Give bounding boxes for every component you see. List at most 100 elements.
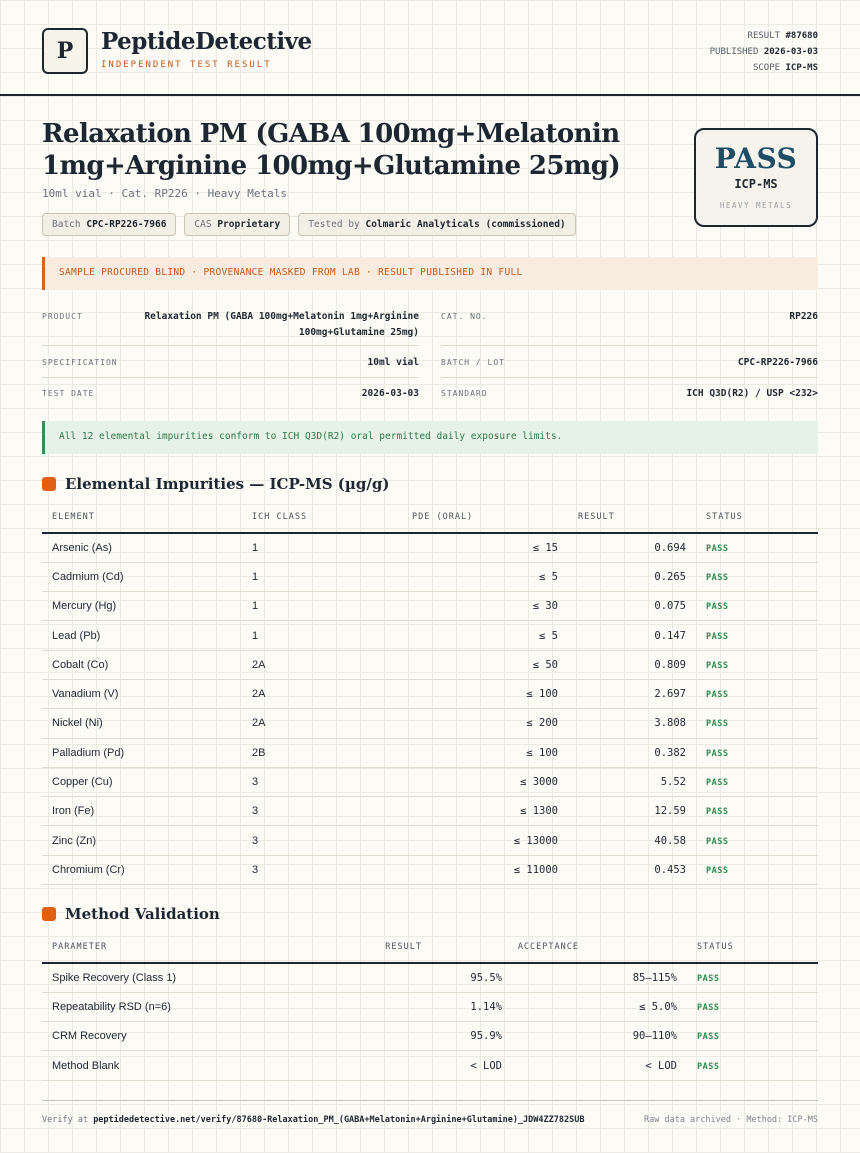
parameter-name: Spike Recovery (Class 1) xyxy=(42,963,312,993)
status-cell: PASS xyxy=(696,708,818,739)
scope-label: SCOPE xyxy=(752,63,781,73)
verdict-badge: PASS ICP-MS HEAVY METALS xyxy=(694,128,818,227)
archive-note: Raw data archived · Method: ICP-MS xyxy=(644,1115,818,1125)
status-cell: PASS xyxy=(696,591,818,622)
spec-label: SPECIFICATION xyxy=(42,358,118,367)
status-badge: PASS xyxy=(706,690,729,701)
ich-class: 3 xyxy=(242,855,402,886)
ich-class: 1 xyxy=(242,620,402,651)
report-meta: RESULT #87680 PUBLISHED 2026-03-03 SCOPE… xyxy=(710,28,818,76)
status-cell: PASS xyxy=(696,620,818,651)
column-header: STATUS xyxy=(696,502,818,534)
column-header: RESULT xyxy=(312,932,502,964)
status-cell: PASS xyxy=(687,963,818,993)
pde-limit: ≤ 13000 xyxy=(402,825,568,856)
pde-limit: ≤ 200 xyxy=(402,708,568,739)
cat-label: CAT. NO. xyxy=(441,312,488,321)
divider xyxy=(441,377,818,378)
published-date: 2026-03-03 xyxy=(763,47,818,57)
ich-class: 2A xyxy=(242,650,402,680)
brand-tagline: INDEPENDENT TEST RESULT xyxy=(101,60,272,70)
element-name: Mercury (Hg) xyxy=(42,591,242,622)
result-value: 0.382 xyxy=(568,738,696,768)
element-name: Cobalt (Co) xyxy=(42,650,242,680)
table-row: Spike Recovery (Class 1) 95.5% 85–115% PASS xyxy=(42,963,818,993)
table-header-row: PARAMETER RESULT ACCEPTANCE STATUS xyxy=(42,932,818,964)
status-badge: PASS xyxy=(706,631,729,642)
brand-logo: P xyxy=(42,28,88,74)
status-cell: PASS xyxy=(687,1021,818,1052)
impurities-heading: Elemental Impurities — ICP-MS (µg/g) xyxy=(42,475,389,493)
verdict-method: ICP-MS xyxy=(734,177,778,191)
element-name: Cadmium (Cd) xyxy=(42,562,242,593)
element-name: Chromium (Cr) xyxy=(42,855,242,886)
ich-class: 2B xyxy=(242,738,402,768)
result-value: 0.147 xyxy=(568,620,696,651)
element-name: Palladium (Pd) xyxy=(42,738,242,768)
pde-limit: ≤ 50 xyxy=(402,650,568,680)
pde-limit: ≤ 30 xyxy=(402,591,568,622)
column-header: PARAMETER xyxy=(42,932,312,964)
acceptance-range: 90–110% xyxy=(502,1021,687,1052)
table-row: Lead (Pb) 1 ≤ 5 0.147 PASS xyxy=(42,620,818,651)
table-row: CRM Recovery 95.9% 90–110% PASS xyxy=(42,1021,818,1052)
published-label: PUBLISHED xyxy=(709,47,759,57)
footer-divider xyxy=(42,1100,818,1101)
pde-limit: ≤ 5 xyxy=(402,620,568,651)
result-value: 0.809 xyxy=(568,650,696,680)
result-value: 0.265 xyxy=(568,562,696,593)
element-name: Nickel (Ni) xyxy=(42,708,242,739)
status-cell: PASS xyxy=(696,738,818,768)
ich-class: 3 xyxy=(242,767,402,798)
status-cell: PASS xyxy=(696,533,818,563)
ich-class: 3 xyxy=(242,796,402,827)
ich-class: 3 xyxy=(242,825,402,856)
ich-class: 1 xyxy=(242,562,402,593)
result-value: 12.59 xyxy=(568,796,696,827)
impurities-table: ELEMENT ICH CLASS PDE (ORAL) RESULT STAT… xyxy=(42,502,818,886)
validation-body: Spike Recovery (Class 1) 95.5% 85–115% PASS… xyxy=(42,963,818,1081)
ich-class: 1 xyxy=(242,533,402,563)
verdict-scope: HEAVY METALS xyxy=(719,201,793,210)
result-value: 3.808 xyxy=(568,708,696,739)
pde-limit: ≤ 3000 xyxy=(402,767,568,798)
tested-by-chip: Tested by Colmaric Analyticals (commissi… xyxy=(298,213,576,236)
status-cell: PASS xyxy=(696,650,818,680)
standard-label: STANDARD xyxy=(441,389,488,398)
parameter-name: CRM Recovery xyxy=(42,1021,312,1052)
result-value: 5.52 xyxy=(568,767,696,798)
table-row: Repeatability RSD (n=6) 1.14% ≤ 5.0% PASS xyxy=(42,992,818,1023)
conformance-notice: All 12 elemental impurities conform to I… xyxy=(42,421,818,454)
result-label: RESULT xyxy=(747,31,781,41)
column-header: STATUS xyxy=(687,932,818,964)
result-value: 2.697 xyxy=(568,679,696,710)
chip-row: Batch CPC-RP226-7966 CAS Proprietary Tes… xyxy=(42,213,576,236)
test-date-label: TEST DATE xyxy=(42,389,95,398)
status-cell: PASS xyxy=(696,767,818,798)
pde-limit: ≤ 5 xyxy=(402,562,568,593)
verify-link[interactable]: peptidedetective.net/verify/87680-Relaxa… xyxy=(93,1115,584,1125)
product-subtitle: 10ml vial · Cat. RP226 · Heavy Metals xyxy=(42,187,288,200)
ich-class: 2A xyxy=(242,708,402,739)
impurities-body: Arsenic (As) 1 ≤ 15 0.694 PASS Cadmium (Cd) 1 ≤… xyxy=(42,533,818,886)
table-row: Iron (Fe) 3 ≤ 1300 12.59 PASS xyxy=(42,796,818,827)
table-row: Copper (Cu) 3 ≤ 3000 5.52 PASS xyxy=(42,767,818,798)
batch-value: CPC-RP226-7966 xyxy=(737,357,818,368)
spec-value: 10ml vial xyxy=(367,357,419,368)
ich-class: 2A xyxy=(242,679,402,710)
status-badge: PASS xyxy=(706,778,729,789)
result-value: < LOD xyxy=(312,1050,502,1081)
status-badge: PASS xyxy=(706,602,729,613)
element-name: Arsenic (As) xyxy=(42,533,242,563)
element-name: Iron (Fe) xyxy=(42,796,242,827)
column-header: PDE (ORAL) xyxy=(402,502,568,534)
column-header: ICH CLASS xyxy=(242,502,402,534)
status-cell: PASS xyxy=(696,562,818,593)
table-row: Vanadium (V) 2A ≤ 100 2.697 PASS xyxy=(42,679,818,710)
test-date-value: 2026-03-03 xyxy=(361,388,419,399)
blind-sample-notice: SAMPLE PROCURED BLIND · PROVENANCE MASKE… xyxy=(42,257,818,290)
result-value: 40.58 xyxy=(568,825,696,856)
divider xyxy=(441,345,818,346)
column-header: ELEMENT xyxy=(42,502,242,534)
status-badge: PASS xyxy=(706,543,729,554)
